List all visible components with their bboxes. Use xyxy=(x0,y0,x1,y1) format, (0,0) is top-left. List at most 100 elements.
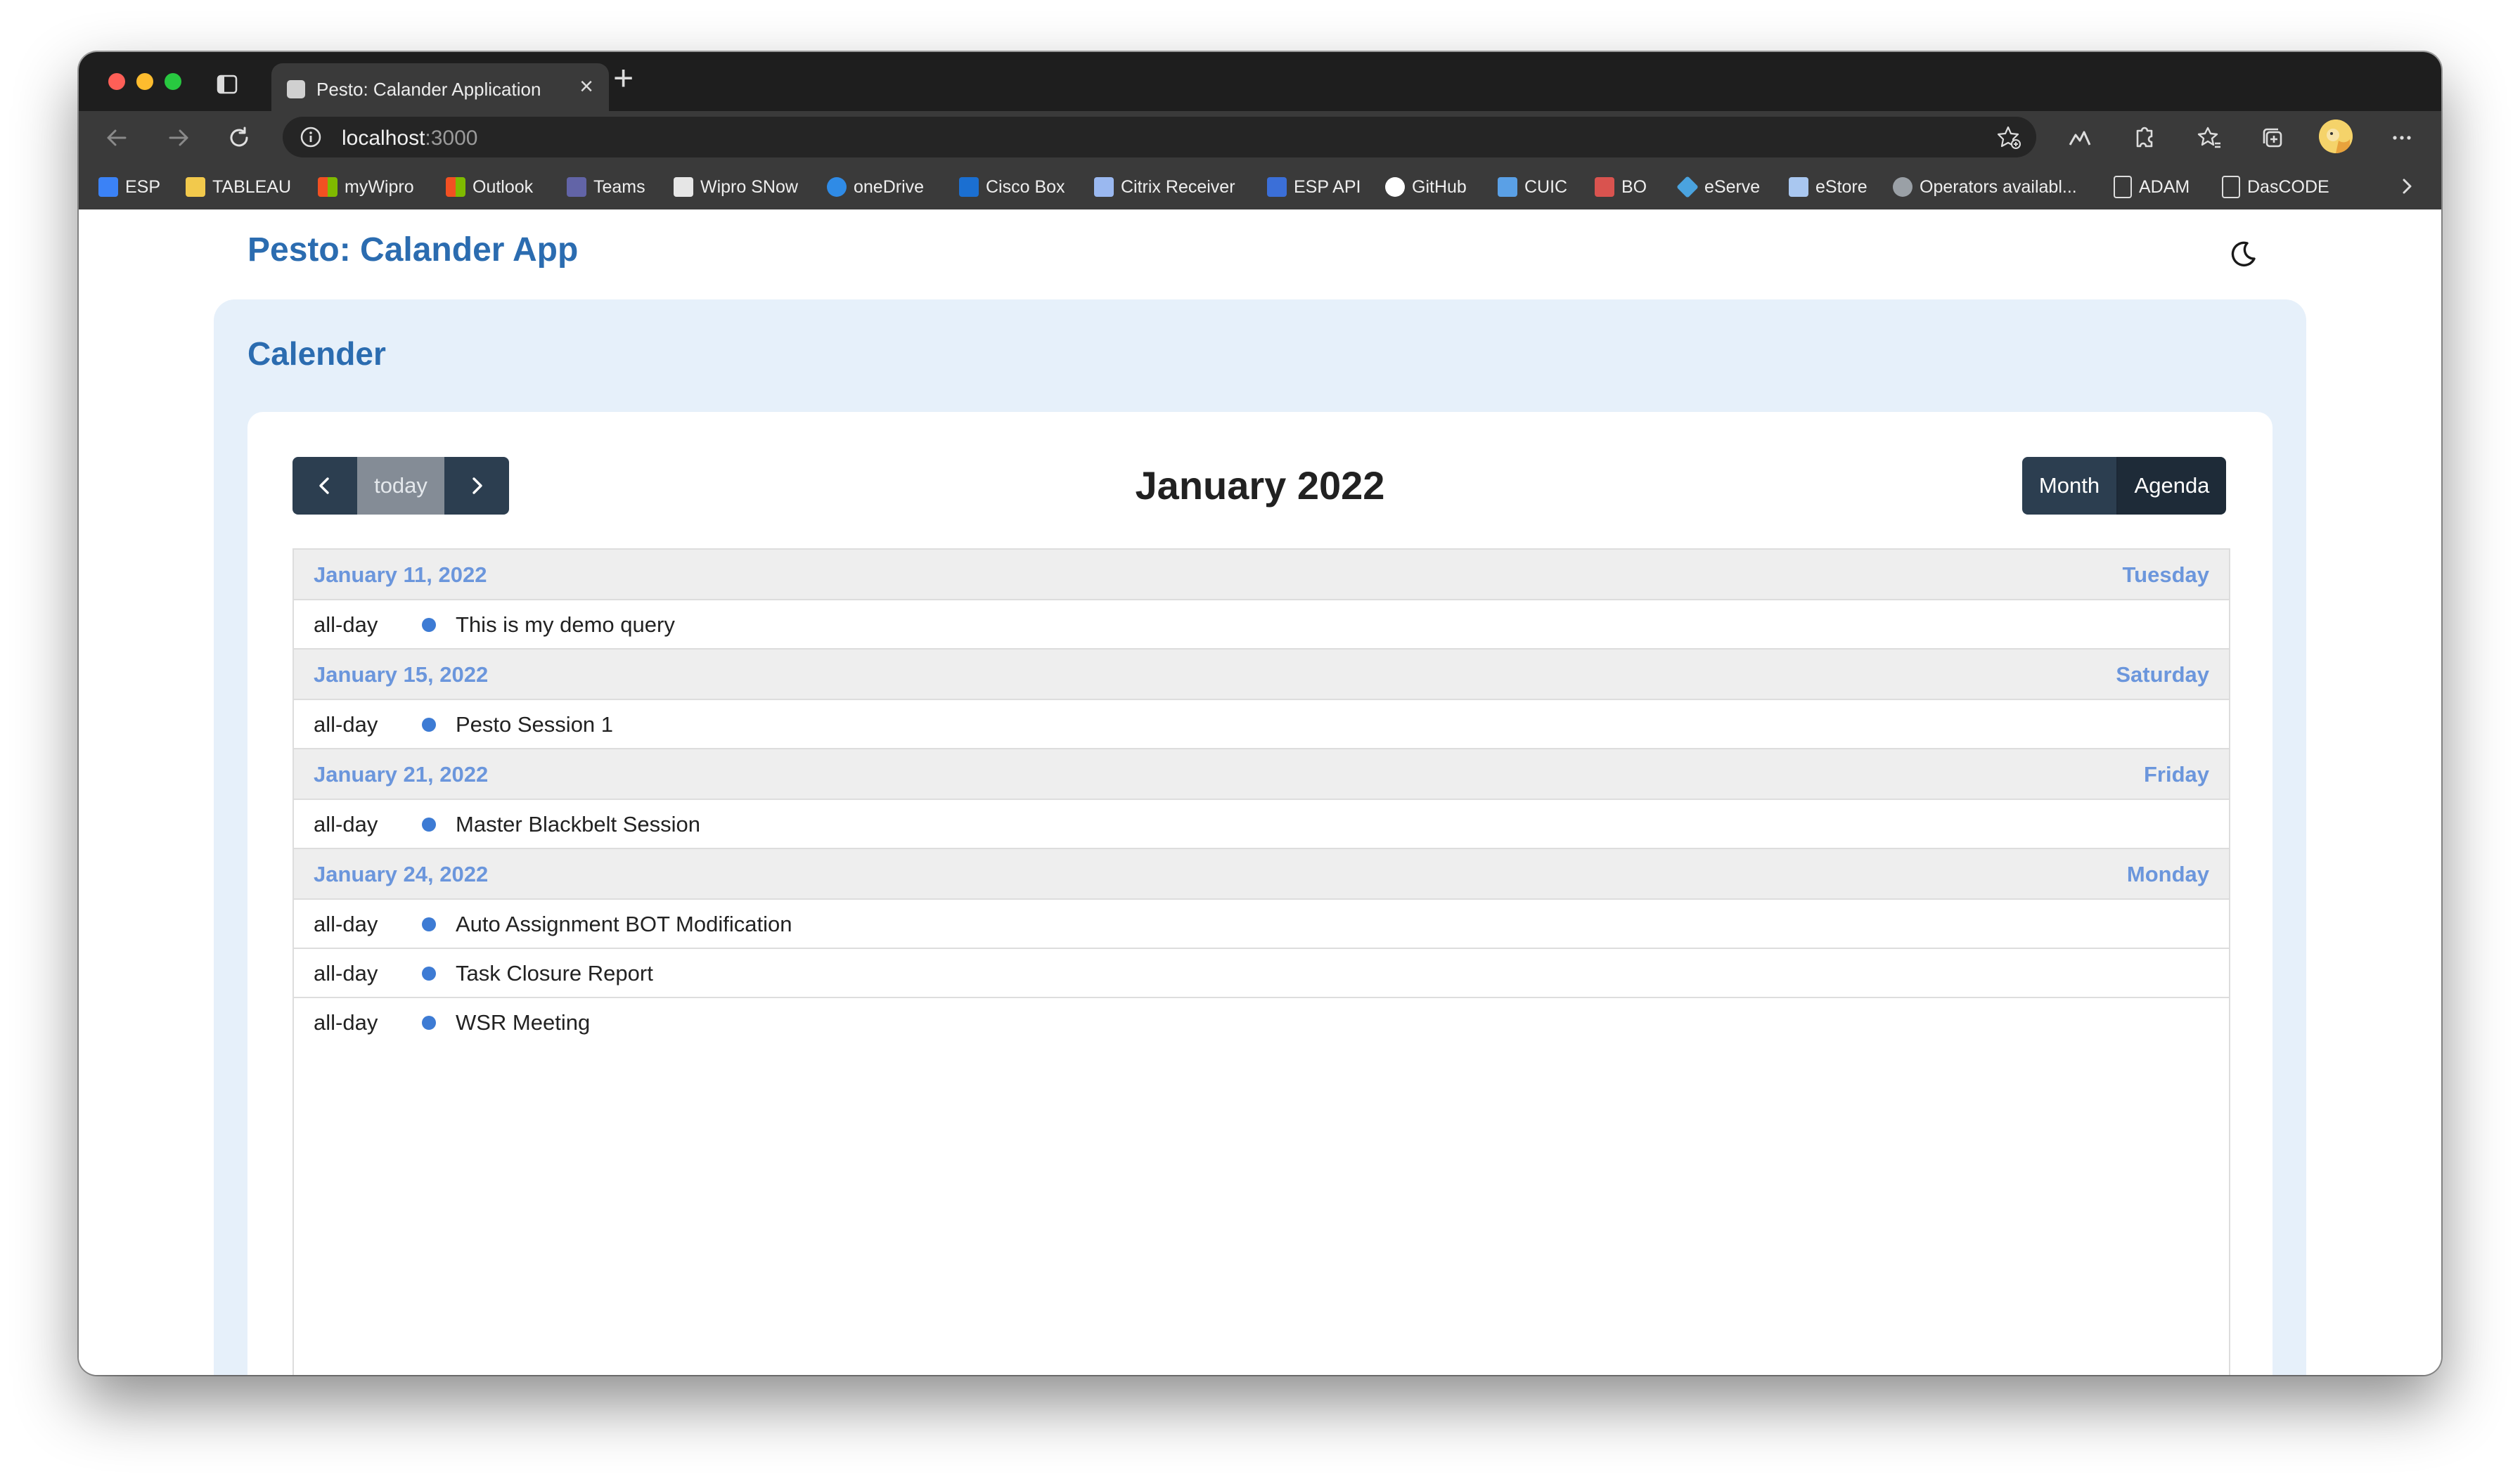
bookmark-cuic[interactable]: CUIC xyxy=(1498,164,1567,209)
agenda-day-header: January 24, 2022 Monday xyxy=(294,849,2229,900)
bookmark-onedrive[interactable]: oneDrive xyxy=(827,164,924,209)
event-title[interactable]: WSR Meeting xyxy=(456,1010,590,1035)
profile-avatar[interactable] xyxy=(2319,120,2353,153)
bookmark-label: CUIC xyxy=(1524,176,1568,197)
collections-icon[interactable] xyxy=(2257,122,2288,153)
tab-title: Pesto: Calander Application xyxy=(316,79,541,100)
bookmark-bo[interactable]: BO xyxy=(1595,164,1647,209)
bookmark-label: oneDrive xyxy=(854,176,925,197)
lock-icon xyxy=(1094,177,1114,197)
microsoft-icon xyxy=(318,177,338,197)
extensions-icon[interactable] xyxy=(2128,122,2159,153)
bookmark-github[interactable]: GitHub xyxy=(1385,164,1467,209)
month-view-button[interactable]: Month xyxy=(2022,457,2118,515)
address-bar[interactable]: localhost:3000 xyxy=(283,117,2036,157)
event-title[interactable]: Pesto Session 1 xyxy=(456,712,613,737)
agenda-event[interactable]: all-day Auto Assignment BOT Modification xyxy=(294,900,2229,949)
agenda-event[interactable]: all-day WSR Meeting xyxy=(294,998,2229,1046)
event-dot-icon xyxy=(422,818,436,832)
esp-icon xyxy=(98,177,118,197)
cloud-icon xyxy=(827,177,847,197)
day-weekday[interactable]: Saturday xyxy=(2116,662,2209,687)
bookmark-tableau[interactable]: TABLEAU xyxy=(186,164,291,209)
event-dot-icon xyxy=(422,917,436,931)
bookmark-label: ESP xyxy=(125,176,161,197)
bookmark-esp[interactable]: ESP xyxy=(98,164,160,209)
event-time: all-day xyxy=(314,912,378,936)
dark-mode-toggle-icon[interactable] xyxy=(2226,238,2258,270)
bookmark-mywipro[interactable]: myWipro xyxy=(318,164,414,209)
performance-icon[interactable] xyxy=(2064,122,2095,153)
site-info-icon[interactable] xyxy=(300,126,322,148)
maximize-window-button[interactable] xyxy=(165,73,181,90)
day-weekday[interactable]: Monday xyxy=(2127,862,2209,887)
reload-icon[interactable] xyxy=(224,122,255,153)
page-icon xyxy=(2222,176,2240,198)
day-date[interactable]: January 24, 2022 xyxy=(314,862,488,887)
bookmark-label: TABLEAU xyxy=(212,176,292,197)
event-time: all-day xyxy=(314,712,378,737)
url-port: :3000 xyxy=(425,127,478,150)
snow-icon xyxy=(674,177,693,197)
close-window-button[interactable] xyxy=(108,73,125,90)
agenda-view-button[interactable]: Agenda xyxy=(2118,457,2226,515)
bookmark-outlook[interactable]: Outlook xyxy=(446,164,533,209)
day-date[interactable]: January 21, 2022 xyxy=(314,762,488,787)
event-title[interactable]: Task Closure Report xyxy=(456,961,653,986)
app-title[interactable]: Pesto: Calander App xyxy=(248,231,578,269)
new-tab-icon[interactable]: + xyxy=(613,60,634,96)
bookmark-eserve[interactable]: eServe xyxy=(1676,164,1761,209)
agenda-event[interactable]: all-day Pesto Session 1 xyxy=(294,700,2229,749)
diamond-icon xyxy=(1676,176,1699,198)
bookmark-operators[interactable]: Operators availabl... xyxy=(1893,164,2077,209)
day-date[interactable]: January 15, 2022 xyxy=(314,662,488,687)
panel-title: Calender xyxy=(248,335,386,372)
browser-tab[interactable]: Pesto: Calander Application × xyxy=(271,63,609,111)
day-weekday[interactable]: Tuesday xyxy=(2123,562,2209,588)
event-time: all-day xyxy=(314,961,378,986)
bookmark-label: Teams xyxy=(593,176,645,197)
tab-strip: Pesto: Calander Application × + xyxy=(79,52,2441,111)
event-dot-icon xyxy=(422,618,436,632)
event-title[interactable]: Master Blackbelt Session xyxy=(456,812,700,837)
tab-actions-icon[interactable] xyxy=(217,75,238,94)
forward-icon[interactable] xyxy=(163,122,194,153)
bookmark-label: myWipro xyxy=(345,176,414,197)
bookmark-label: ESP API xyxy=(1294,176,1361,197)
bookmark-cisco-box[interactable]: Cisco Box xyxy=(959,164,1065,209)
agenda-event[interactable]: all-day This is my demo query xyxy=(294,600,2229,650)
close-tab-icon[interactable]: × xyxy=(579,75,593,98)
favorites-icon[interactable] xyxy=(2194,122,2225,153)
bookmark-label: ADAM xyxy=(2139,176,2190,197)
bookmark-wipro-snow[interactable]: Wipro SNow xyxy=(674,164,798,209)
more-options-icon[interactable] xyxy=(2386,122,2417,153)
bookmark-label: Citrix Receiver xyxy=(1121,176,1235,197)
bookmark-esp-api[interactable]: ESP API xyxy=(1267,164,1361,209)
day-weekday[interactable]: Friday xyxy=(2144,762,2209,787)
bookmark-teams[interactable]: Teams xyxy=(567,164,645,209)
event-time: all-day xyxy=(314,812,378,837)
day-date[interactable]: January 11, 2022 xyxy=(314,562,487,588)
event-title[interactable]: This is my demo query xyxy=(456,612,675,638)
bookmark-label: Outlook xyxy=(472,176,534,197)
url-text: localhost:3000 xyxy=(342,127,477,150)
bookmark-adam[interactable]: ADAM xyxy=(2114,164,2190,209)
agenda-event[interactable]: all-day Master Blackbelt Session xyxy=(294,800,2229,849)
bookmark-label: Operators availabl... xyxy=(1920,176,2077,197)
box-icon xyxy=(959,177,979,197)
event-time: all-day xyxy=(314,1010,378,1035)
agenda-event[interactable]: all-day Task Closure Report xyxy=(294,949,2229,998)
chevron-right-icon[interactable] xyxy=(2396,176,2417,197)
agenda-list: January 11, 2022 Tuesday all-day This is… xyxy=(292,548,2230,1375)
bookmark-estore[interactable]: eStore xyxy=(1789,164,1868,209)
bookmark-label: Cisco Box xyxy=(986,176,1065,197)
add-favorite-icon[interactable] xyxy=(1995,124,2024,152)
event-title[interactable]: Auto Assignment BOT Modification xyxy=(456,912,792,937)
minimize-window-button[interactable] xyxy=(136,73,153,90)
bookmark-citrix-receiver[interactable]: Citrix Receiver xyxy=(1094,164,1235,209)
back-icon[interactable] xyxy=(101,122,132,153)
bookmark-dascode[interactable]: DasCODE xyxy=(2222,164,2329,209)
bookmark-label: eServe xyxy=(1704,176,1761,197)
page-icon xyxy=(2114,176,2132,198)
calendar-title: January 2022 xyxy=(1135,463,1385,508)
